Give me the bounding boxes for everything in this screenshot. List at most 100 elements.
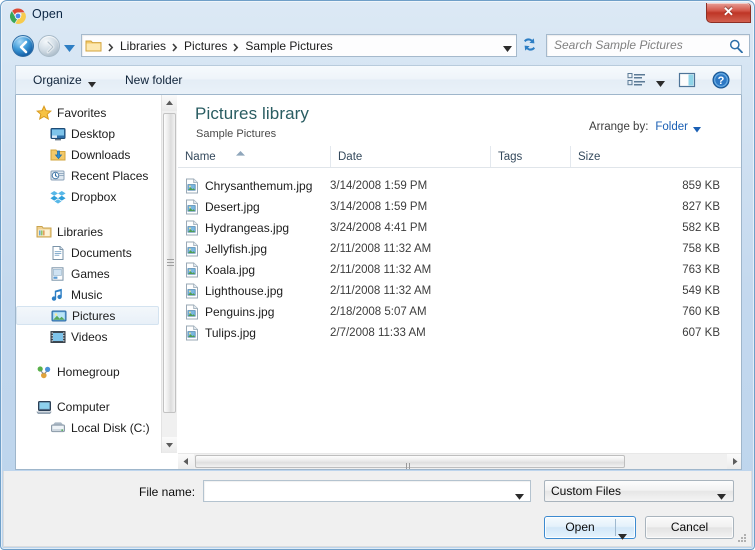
open-dropdown-chevron-icon[interactable]: [618, 526, 627, 540]
file-list-horizontal-scrollbar[interactable]: [178, 453, 741, 469]
scrollbar-thumb[interactable]: [163, 113, 176, 413]
sidebar-item-documents[interactable]: Documents: [16, 243, 159, 262]
scroll-down-button[interactable]: [162, 437, 177, 453]
sidebar-item-favorites[interactable]: Favorites: [16, 103, 159, 122]
breadcrumb-item-sample-pictures[interactable]: Sample Pictures: [243, 38, 334, 54]
sidebar-item-label: Music: [71, 287, 103, 302]
file-name-text: Lighthouse.jpg: [205, 283, 284, 298]
file-date-cell: 2/11/2008 11:32 AM: [330, 263, 432, 276]
folder-icon: [85, 38, 102, 53]
navigation-pane: Favorites Desktop Downloads Recent Places Dr…: [16, 95, 159, 468]
sidebar-item-pictures[interactable]: Pictures: [16, 306, 159, 325]
column-header-label: Size: [578, 150, 601, 163]
preview-pane-icon[interactable]: [677, 71, 697, 89]
sort-ascending-icon: [236, 147, 245, 156]
column-header-label: Name: [185, 150, 216, 163]
sidebar-item-label: Local Disk (C:): [71, 420, 150, 435]
table-row[interactable]: Lighthouse.jpg 2/11/2008 11:32 AM 549 KB: [178, 280, 741, 301]
chevron-down-icon[interactable]: [503, 42, 512, 52]
sidebar-item-label: Downloads: [71, 147, 131, 162]
sidebar-item-label: Documents: [71, 245, 132, 260]
sidebar-item-videos[interactable]: Videos: [16, 327, 159, 346]
file-date-cell: 2/11/2008 11:32 AM: [330, 242, 432, 255]
file-size-cell: 763 KB: [682, 263, 720, 276]
sidebar-item-recent-places[interactable]: Recent Places: [16, 166, 159, 185]
games-icon: [50, 266, 66, 282]
table-row[interactable]: Jellyfish.jpg 2/11/2008 11:32 AM 758 KB: [178, 238, 741, 259]
scroll-left-button[interactable]: [178, 454, 194, 469]
file-name-label: File name:: [139, 485, 196, 499]
search-placeholder: Search Sample Pictures: [554, 38, 683, 52]
sidebar-item-dropbox[interactable]: Dropbox: [16, 187, 159, 206]
table-row[interactable]: Tulips.jpg 2/7/2008 11:33 AM 607 KB: [178, 322, 741, 343]
music-icon: [50, 287, 66, 303]
scroll-right-button[interactable]: [727, 454, 741, 469]
hard-drive-icon: [50, 420, 66, 436]
sidebar-item-music[interactable]: Music: [16, 285, 159, 304]
scrollbar-thumb[interactable]: [195, 455, 625, 469]
view-chevron-down-icon[interactable]: [656, 77, 665, 87]
new-folder-button[interactable]: New folder: [116, 66, 191, 94]
jpg-file-icon: [185, 241, 199, 257]
resize-grip-icon[interactable]: [736, 532, 747, 543]
homegroup-icon: [36, 364, 52, 380]
file-size-cell: 827 KB: [682, 200, 720, 213]
file-size-cell: 859 KB: [682, 179, 720, 192]
recent-locations-chevron-icon[interactable]: [64, 42, 75, 52]
chevron-down-icon[interactable]: [515, 489, 524, 500]
refresh-button[interactable]: [519, 34, 542, 57]
column-header-date[interactable]: Date: [330, 146, 490, 167]
file-name-input[interactable]: [203, 480, 531, 502]
sidebar-item-computer[interactable]: Computer: [16, 397, 159, 416]
file-name-text: Hydrangeas.jpg: [205, 220, 290, 235]
sidebar-item-desktop[interactable]: Desktop: [16, 124, 159, 143]
list-view-icon[interactable]: [627, 71, 647, 89]
libraries-icon: [36, 224, 52, 240]
open-button[interactable]: Open: [544, 516, 636, 540]
column-header-tags[interactable]: Tags: [490, 146, 570, 167]
forward-button[interactable]: [38, 35, 60, 57]
table-row[interactable]: Hydrangeas.jpg 3/24/2008 4:41 PM 582 KB: [178, 217, 741, 238]
navigation-pane-scrollbar[interactable]: [161, 95, 177, 453]
toolbar: Organize New folder ?: [15, 65, 742, 95]
videos-icon: [50, 329, 66, 345]
sidebar-item-label: Pictures: [72, 308, 116, 323]
sidebar-item-homegroup[interactable]: Homegroup: [16, 362, 159, 381]
file-size-cell: 758 KB: [682, 242, 720, 255]
organize-button[interactable]: Organize: [24, 66, 105, 94]
jpg-file-icon: [185, 178, 199, 194]
column-header-label: Date: [338, 150, 363, 163]
sidebar-item-label: Computer: [57, 399, 110, 414]
search-input[interactable]: Search Sample Pictures: [546, 34, 750, 57]
column-header-name[interactable]: Name: [178, 146, 330, 167]
table-row[interactable]: Penguins.jpg 2/18/2008 5:07 AM 760 KB: [178, 301, 741, 322]
table-row[interactable]: Koala.jpg 2/11/2008 11:32 AM 763 KB: [178, 259, 741, 280]
chevron-down-icon[interactable]: [693, 124, 701, 133]
pictures-icon: [51, 308, 67, 324]
breadcrumb-separator-icon: [172, 41, 178, 52]
file-type-dropdown[interactable]: Custom Files: [544, 480, 734, 502]
desktop-icon: [50, 126, 66, 142]
arrange-by-value[interactable]: Folder: [655, 121, 688, 133]
column-header-size[interactable]: Size: [570, 146, 720, 167]
table-row[interactable]: Desert.jpg 3/14/2008 1:59 PM 827 KB: [178, 196, 741, 217]
sidebar-item-label: Games: [71, 266, 110, 281]
documents-icon: [50, 245, 66, 261]
page-title: Pictures library: [195, 104, 310, 123]
sidebar-item-local-disk-c[interactable]: Local Disk (C:): [16, 418, 159, 437]
breadcrumb-item-pictures[interactable]: Pictures: [182, 38, 229, 54]
scroll-up-button[interactable]: [162, 95, 177, 111]
sidebar-item-libraries[interactable]: Libraries: [16, 222, 159, 241]
downloads-icon: [50, 147, 66, 163]
help-icon[interactable]: ?: [712, 71, 730, 89]
close-button[interactable]: ✕: [706, 3, 751, 23]
search-icon: [729, 39, 743, 54]
sidebar-item-games[interactable]: Games: [16, 264, 159, 283]
back-button[interactable]: [12, 35, 34, 57]
jpg-file-icon: [185, 262, 199, 278]
sidebar-item-downloads[interactable]: Downloads: [16, 145, 159, 164]
cancel-button[interactable]: Cancel: [645, 516, 734, 539]
table-row[interactable]: Chrysanthemum.jpg 3/14/2008 1:59 PM 859 KB: [178, 175, 741, 196]
address-bar[interactable]: Libraries Pictures Sample Pictures: [81, 34, 517, 57]
breadcrumb-item-libraries[interactable]: Libraries: [118, 38, 168, 54]
